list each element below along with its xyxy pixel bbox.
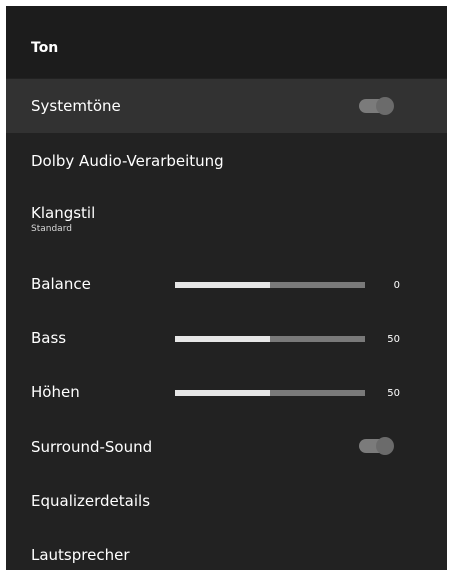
treble-label: Höhen (31, 383, 80, 401)
treble-value: 50 (387, 388, 400, 399)
equalizer-details-label: Equalizerdetails (31, 492, 151, 510)
menu-item-system-sounds[interactable]: Systemtöne (6, 79, 447, 133)
balance-slider-fill (175, 282, 270, 288)
menu-item-surround-sound[interactable]: Surround-Sound (6, 419, 447, 473)
toggle-knob (376, 437, 394, 455)
menu-item-equalizer-details[interactable]: Equalizerdetails (6, 473, 447, 527)
sound-style-value: Standard (31, 224, 72, 234)
sound-style-label: Klangstil (31, 204, 96, 222)
balance-value: 0 (393, 280, 400, 291)
speakers-label: Lautsprecher (31, 546, 130, 564)
treble-slider[interactable] (175, 390, 365, 396)
bass-label: Bass (31, 329, 67, 347)
menu-item-balance[interactable]: Balance 0 (6, 257, 447, 311)
menu-item-bass[interactable]: Bass 50 (6, 311, 447, 365)
panel-header: Ton (6, 6, 447, 78)
dolby-audio-label: Dolby Audio-Verarbeitung (31, 152, 224, 170)
bass-slider-fill (175, 336, 270, 342)
surround-sound-label: Surround-Sound (31, 438, 153, 456)
surround-sound-toggle[interactable] (359, 437, 394, 455)
balance-label: Balance (31, 275, 91, 293)
system-sounds-toggle[interactable] (359, 97, 394, 115)
page-title: Ton (31, 40, 59, 56)
sound-settings-panel: Ton Systemtöne Dolby Audio-Verarbeitung … (6, 6, 447, 570)
treble-slider-fill (175, 390, 270, 396)
toggle-knob (376, 97, 394, 115)
menu-item-treble[interactable]: Höhen 50 (6, 365, 447, 419)
menu-item-speakers[interactable]: Lautsprecher (6, 527, 447, 570)
bass-value: 50 (387, 334, 400, 345)
menu-item-dolby-audio[interactable]: Dolby Audio-Verarbeitung (6, 133, 447, 187)
bass-slider[interactable] (175, 336, 365, 342)
system-sounds-label: Systemtöne (31, 97, 121, 115)
balance-slider[interactable] (175, 282, 365, 288)
menu-item-sound-style[interactable]: Klangstil Standard (6, 187, 447, 257)
